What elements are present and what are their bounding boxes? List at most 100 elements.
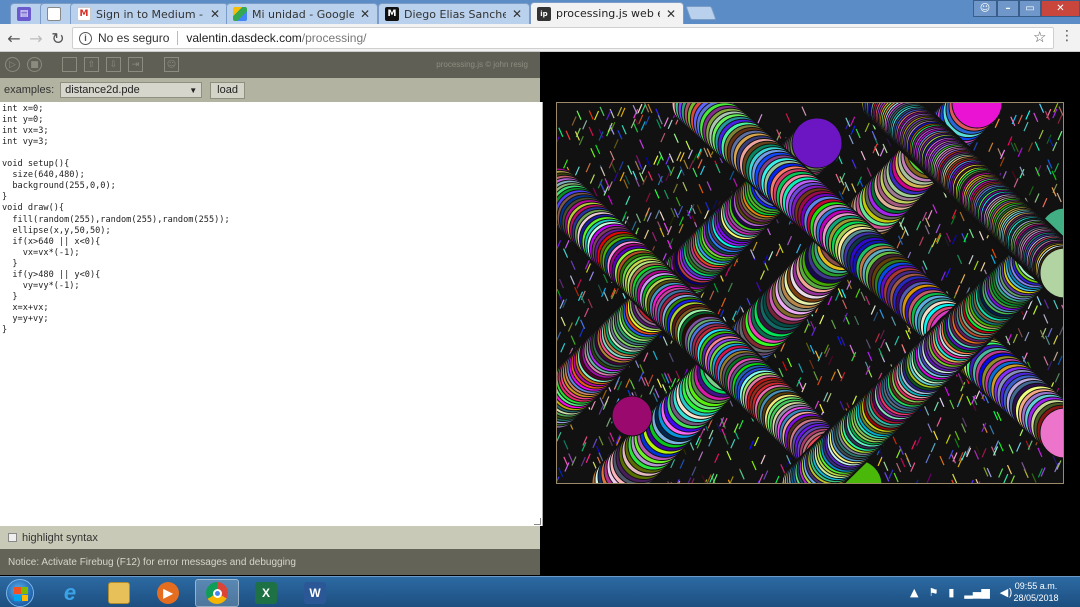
dropdown-arrow-icon: ▼ [189,85,198,95]
credit-text: processing.js © john resig [436,60,528,69]
tray-expand-icon[interactable]: ▲ [910,586,918,599]
tab-processing-editor[interactable]: ip processing.js web editor ✕ [530,2,684,24]
code-line: int vx=3; [2,126,49,137]
calendar-icon: ▤ [17,7,31,21]
gmail-icon: M [77,7,91,21]
code-line: size(640,480); [2,170,85,181]
code-line: ellipse(x,y,50,50); [2,225,111,236]
chrome-icon [206,582,228,604]
tab-title: Diego Elias Sanchez Silva [404,7,506,21]
resize-handle[interactable] [534,518,541,525]
back-arrow-icon[interactable]: ← [4,28,24,48]
medium-icon: M [385,7,399,21]
browser-toolbar: ← → ↻ i No es seguro valentin.dasdeck.co… [0,24,1080,52]
divider [177,31,179,45]
editor-toolbar: ▷ ■ ⇧ ⇩ ⇥ ☺ processing.js © john resig [0,52,540,78]
menu-icon[interactable]: ⋮ [1060,28,1074,44]
network-signal-icon[interactable]: ▂▄▆ [964,586,989,599]
close-icon[interactable]: ✕ [359,7,371,21]
code-line: } [2,192,8,203]
system-clock[interactable]: 09:55 a.m. 28/05/2018 [1006,580,1066,604]
code-line: vx=vx*(-1); [2,247,80,258]
clock-date: 28/05/2018 [1013,593,1059,603]
highlight-syntax-checkbox[interactable] [8,533,17,542]
close-icon[interactable]: ✕ [209,7,221,21]
taskbar-word[interactable]: W [293,579,337,607]
code-line: vy=vy*(-1); [2,280,80,291]
tab-google-drive[interactable]: Mi unidad - Google Drive ✕ [226,3,378,24]
explorer-icon [108,582,130,604]
taskbar-media-player[interactable]: ▶ [146,579,190,607]
windows-logo-icon [14,587,28,601]
tab-pinned-calendar[interactable]: ▤ [10,3,44,24]
code-line: int vy=3; [2,137,49,148]
new-file-icon[interactable] [62,57,77,72]
tab-title: Sign in to Medium - dieg [96,7,204,21]
code-line: } [2,291,18,302]
word-icon: W [304,582,326,604]
excel-icon: X [255,582,277,604]
highlight-syntax-label: highlight syntax [22,531,98,544]
code-line: int x=0; [2,104,44,114]
notice-bar: Notice: Activate Firebug (F12) for error… [0,549,540,575]
url-host: valentin.dasdeck.com [186,31,302,45]
security-label: No es seguro [98,31,170,45]
media-player-icon: ▶ [157,582,179,604]
open-file-icon[interactable]: ⇧ [84,57,99,72]
battery-icon[interactable]: ▮ [948,586,954,599]
close-window-button[interactable]: ✕ [1041,0,1080,17]
browser-tab-strip: ▤ M Sign in to Medium - dieg ✕ Mi unidad… [0,0,1080,24]
forward-arrow-icon[interactable]: → [26,28,46,48]
taskbar-chrome[interactable] [195,579,239,607]
ie-icon: e [63,580,77,605]
action-center-flag-icon[interactable]: ⚑ [928,586,938,599]
selected-example: distance2d.pde [65,84,140,96]
minimize-button[interactable]: – [997,0,1019,17]
bookmark-star-icon[interactable]: ☆ [1033,28,1046,46]
system-tray: ▲ ⚑ ▮ ▂▄▆ ◀) [910,581,1013,603]
tab-title: Mi unidad - Google Drive [252,7,354,21]
export-icon[interactable]: ⇥ [128,57,143,72]
maximize-button[interactable]: ▭ [1019,0,1041,17]
current-ball [611,395,653,437]
address-bar[interactable]: i No es seguro valentin.dasdeck.com/proc… [72,27,1054,49]
run-icon[interactable]: ▷ [5,57,20,72]
code-line: } [2,325,8,335]
reload-icon[interactable]: ↻ [48,28,68,48]
code-editor[interactable]: int x=0; int y=0; int vx=3; int vy=3; void s… [0,102,543,526]
close-icon[interactable]: ✕ [665,7,677,21]
code-line: background(255,0,0); [2,181,116,192]
page-icon [47,7,61,21]
taskbar-excel[interactable]: X [244,579,288,607]
examples-label: examples: [4,84,55,96]
sketch-canvas[interactable] [556,102,1064,484]
code-line: x=x+vx; [2,302,49,313]
examples-dropdown[interactable]: distance2d.pde ▼ [60,82,203,98]
taskbar-ie[interactable]: e [48,579,92,607]
taskbar-explorer[interactable] [97,579,141,607]
windows-taskbar: e ▶ X W ▲ ⚑ ▮ ▂▄▆ ◀) 09:55 a.m. 28/05/20… [0,576,1080,607]
stop-icon[interactable]: ■ [27,57,42,72]
user-icon[interactable]: ☺ [164,57,179,72]
info-icon[interactable]: i [79,31,92,45]
tab-medium-signin[interactable]: M Sign in to Medium - dieg ✕ [70,3,228,24]
code-line: void draw(){ [2,203,65,214]
tab-medium-profile[interactable]: M Diego Elias Sanchez Silva ✕ [378,3,530,24]
start-button[interactable] [6,579,34,607]
processing-icon: ip [537,6,551,21]
code-line: if(x>640 || x<0){ [2,236,101,247]
highlight-syntax-bar: highlight syntax [0,526,540,549]
url-path: /processing/ [301,31,367,45]
new-tab-button[interactable] [685,6,717,20]
save-file-icon[interactable]: ⇩ [106,57,121,72]
close-icon[interactable]: ✕ [511,7,523,21]
user-profile-icon[interactable]: ☺ [973,0,997,17]
tab-blank-page[interactable] [40,3,74,24]
code-line: int y=0; [2,115,44,126]
code-line: fill(random(255),random(255),random(255)… [2,214,230,225]
code-line: } [2,258,18,269]
sketch-output [557,103,1063,483]
code-line: void setup(){ [2,159,70,170]
code-line: y=y+vy; [2,313,49,324]
load-button[interactable]: load [210,81,245,99]
